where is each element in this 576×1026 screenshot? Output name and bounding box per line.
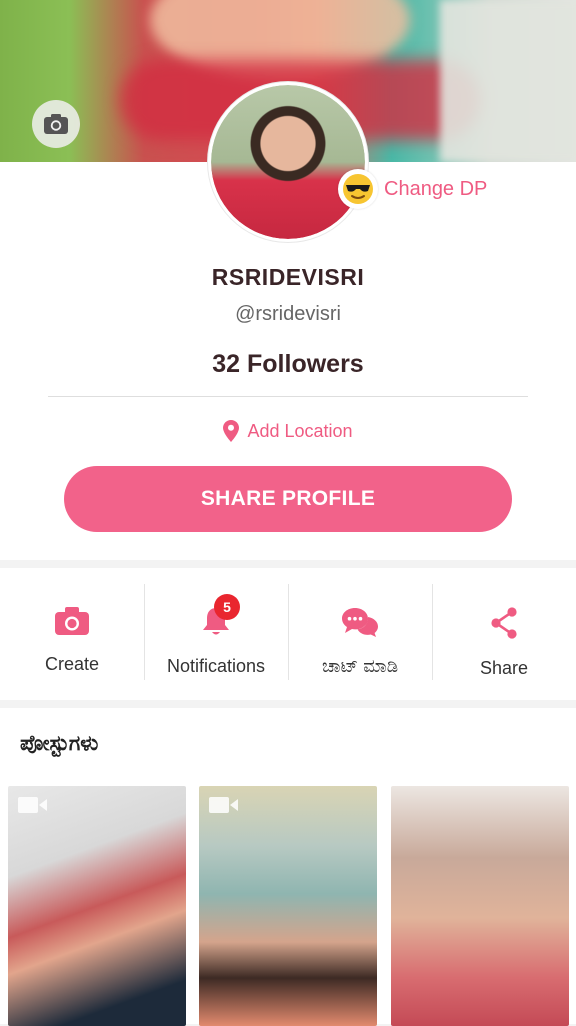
create-label: Create	[44, 654, 100, 674]
add-location-label: Add Location	[247, 420, 353, 441]
chat-label: ಚಾಟ್ ಮಾಡಿ	[321, 656, 399, 676]
notifications-button[interactable]: 5 Notifications	[144, 568, 288, 700]
profile-handle: @rsridevisri	[235, 303, 341, 325]
change-dp-button[interactable]: Change DP	[338, 168, 487, 210]
camera-icon	[44, 114, 68, 134]
create-button[interactable]: Create	[0, 568, 144, 700]
posts-title: ಪೋಸ್ಟುಗಳು	[20, 732, 99, 755]
share-icon	[491, 607, 517, 639]
posts-section: ಪೋಸ್ಟುಗಳು	[0, 708, 576, 1026]
avatar[interactable]	[208, 82, 368, 242]
profile-username: RSRIDEVISRI	[211, 264, 365, 290]
action-bar: Create 5 Notifications ಚಾಟ್ ಮಾಡಿ Share	[0, 568, 576, 700]
avatar-photo	[211, 85, 365, 239]
followers-count[interactable]: 32 Followers	[0, 350, 576, 379]
change-dp-label: Change DP	[384, 177, 488, 200]
sunglasses-emoji-icon	[338, 169, 378, 209]
divider	[48, 396, 528, 397]
post-thumbnail[interactable]	[391, 786, 569, 1026]
post-thumbnail[interactable]	[199, 786, 377, 1026]
share-button[interactable]: Share	[432, 568, 576, 700]
post-thumbnail[interactable]	[8, 786, 186, 1026]
notifications-label: Notifications	[166, 656, 266, 676]
video-icon	[18, 797, 47, 813]
share-label: Share	[479, 658, 529, 678]
location-pin-icon	[223, 420, 240, 442]
chat-button[interactable]: ಚಾಟ್ ಮಾಡಿ	[288, 568, 432, 700]
chat-icon	[342, 608, 378, 637]
share-profile-button[interactable]: SHARE PROFILE	[64, 466, 512, 532]
video-icon	[209, 797, 238, 813]
change-cover-button[interactable]	[32, 100, 80, 148]
notification-badge: 5	[214, 594, 240, 620]
add-location-button[interactable]: Add Location	[0, 420, 576, 442]
cover-photo-region	[440, 0, 576, 162]
camera-icon	[55, 607, 89, 635]
